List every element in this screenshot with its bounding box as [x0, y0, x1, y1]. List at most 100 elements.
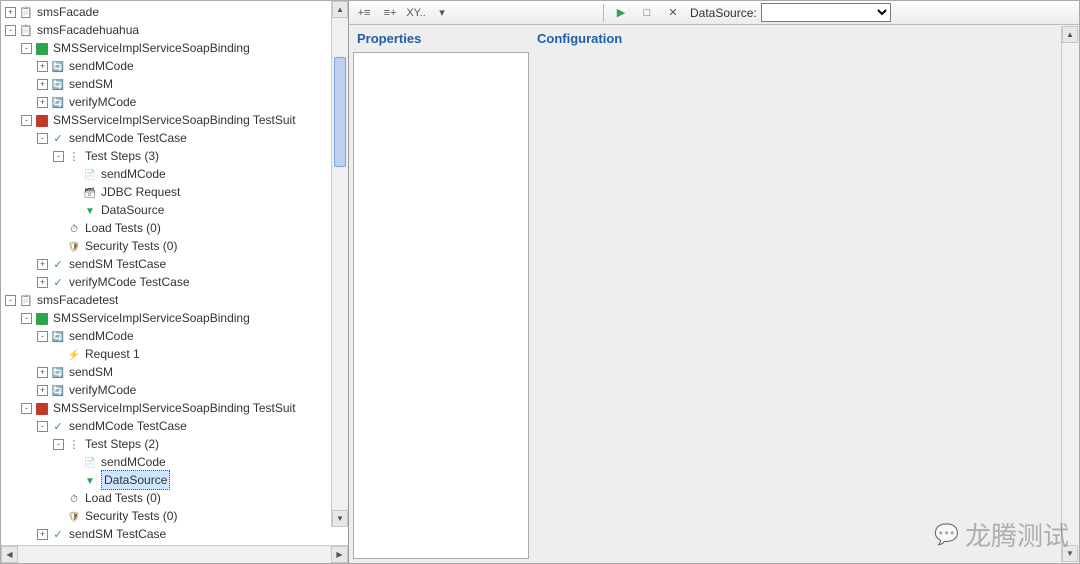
collapse-icon[interactable]: - — [37, 421, 48, 432]
tree-hscroll[interactable]: ◀ ▶ — [1, 545, 348, 563]
tree-item-label[interactable]: sendSM — [69, 363, 113, 381]
tree-row[interactable]: + sendSM — [3, 363, 348, 381]
tree-item-label[interactable]: smsFacadetest — [37, 291, 118, 309]
tree-item-label[interactable]: sendSM — [69, 75, 113, 93]
collapse-icon[interactable]: - — [37, 133, 48, 144]
tree-vscroll[interactable]: ▲ ▼ — [331, 1, 348, 527]
tree-row[interactable]: -SMSServiceImplServiceSoapBinding — [3, 39, 348, 57]
tree-row[interactable]: - SMSServiceImplServiceSoapBinding TestSu… — [3, 111, 348, 129]
tree-item-label[interactable]: DataSource — [101, 201, 164, 219]
expand-icon[interactable]: + — [37, 97, 48, 108]
tree-row[interactable]: + sendMCode — [3, 57, 348, 75]
tree-item-label[interactable]: sendMCode — [69, 57, 134, 75]
configuration-box[interactable] — [533, 52, 1075, 559]
tree-item-label[interactable]: Test Steps (2) — [85, 435, 159, 453]
tree-item-label[interactable]: sendSM TestCase — [69, 525, 166, 543]
tree-item-label[interactable]: Security Tests (0) — [85, 507, 177, 525]
insert-row-button[interactable]: ≡+ — [379, 3, 401, 23]
tree-row[interactable]: + verifyMCode TestCase — [3, 273, 348, 291]
tree-item-label[interactable]: sendMCode — [69, 327, 134, 345]
tree-row[interactable]: +JDBC Request — [3, 183, 348, 201]
collapse-icon[interactable]: - — [21, 403, 32, 414]
tree-item-label[interactable]: smsFacade — [37, 3, 99, 21]
tree-item-label[interactable]: Test Steps (3) — [85, 147, 159, 165]
properties-box[interactable] — [353, 52, 529, 559]
tree-row[interactable]: +Security Tests (0) — [3, 507, 348, 525]
datasource-select[interactable] — [761, 3, 891, 22]
tree-row[interactable]: -SMSServiceImplServiceSoapBinding TestSu… — [3, 399, 348, 417]
tree-row[interactable]: - sendMCode TestCase — [3, 129, 348, 147]
scroll-left-icon[interactable]: ◀ — [1, 546, 18, 563]
editor-vscroll[interactable]: ▲ ▼ — [1061, 26, 1078, 562]
scroll-thumb[interactable] — [334, 57, 346, 167]
collapse-icon[interactable]: - — [37, 331, 48, 342]
tree-row[interactable]: - Test Steps (2) — [3, 435, 348, 453]
tree-row[interactable]: +sendMCode — [3, 453, 348, 471]
project-tree[interactable]: +smsFacade-smsFacadehuahua-SMSServiceImp… — [1, 1, 348, 545]
scroll-down-icon[interactable]: ▼ — [332, 510, 348, 527]
tree-row[interactable]: +Security Tests (0) — [3, 237, 348, 255]
tree-item-label[interactable]: Load Tests (0) — [85, 219, 161, 237]
tree-item-label[interactable]: SMSServiceImplServiceSoapBinding TestSui… — [53, 111, 296, 129]
expand-icon[interactable]: + — [5, 7, 16, 18]
add-row-button[interactable]: +≡ — [353, 3, 375, 23]
tree-row[interactable]: +DataSource — [3, 201, 348, 219]
tree-item-label[interactable]: sendSM TestCase — [69, 255, 166, 273]
tree-item-label[interactable]: smsFacadehuahua — [37, 21, 139, 39]
tree-row[interactable]: +sendMCode — [3, 165, 348, 183]
collapse-icon[interactable]: - — [53, 439, 64, 450]
tree-row[interactable]: + sendSM TestCase — [3, 255, 348, 273]
tree-item-label[interactable]: sendMCode TestCase — [69, 417, 187, 435]
tree-row[interactable]: +DataSource — [3, 471, 348, 489]
collapse-icon[interactable]: - — [5, 295, 16, 306]
scroll-right-icon[interactable]: ▶ — [331, 546, 348, 563]
tree-item-label[interactable]: DataSource — [101, 470, 170, 490]
tree-row[interactable]: - smsFacadetest — [3, 291, 348, 309]
tree-item-label[interactable]: Security Tests (0) — [85, 237, 177, 255]
collapse-icon[interactable]: - — [21, 313, 32, 324]
tree-row[interactable]: - sendMCode — [3, 327, 348, 345]
tree-item-label[interactable]: sendMCode TestCase — [69, 129, 187, 147]
expand-icon[interactable]: + — [37, 79, 48, 90]
tree-item-label[interactable]: SMSServiceImplServiceSoapBinding — [53, 39, 250, 57]
tree-item-label[interactable]: verifyMCode — [69, 381, 136, 399]
toolbar-dropdown-icon[interactable]: ▾ — [431, 3, 453, 23]
tree-item-label[interactable]: verifyMCode TestCase — [69, 273, 190, 291]
expand-icon[interactable]: + — [37, 61, 48, 72]
tree-row[interactable]: +Load Tests (0) — [3, 219, 348, 237]
stop-button[interactable]: □ — [636, 3, 658, 23]
expand-icon[interactable]: + — [37, 259, 48, 270]
tree-item-label[interactable]: JDBC Request — [101, 183, 180, 201]
scroll-up-icon[interactable]: ▲ — [332, 1, 348, 18]
tree-item-label[interactable]: sendMCode — [101, 165, 166, 183]
tree-row[interactable]: +verifyMCode — [3, 93, 348, 111]
tree-row[interactable]: - smsFacadehuahua — [3, 21, 348, 39]
tree-row[interactable]: - sendMCode TestCase — [3, 417, 348, 435]
collapse-icon[interactable]: - — [21, 115, 32, 126]
collapse-icon[interactable]: - — [53, 151, 64, 162]
xy-button[interactable]: XY.. — [405, 3, 427, 23]
collapse-icon[interactable]: - — [5, 25, 16, 36]
tree-row[interactable]: +verifyMCode TestCase — [3, 543, 348, 545]
hscroll-track[interactable] — [18, 546, 331, 563]
tree-row[interactable]: +Load Tests (0) — [3, 489, 348, 507]
tree-row[interactable]: +Request 1 — [3, 345, 348, 363]
tree-row[interactable]: - Test Steps (3) — [3, 147, 348, 165]
run-button[interactable]: ▶ — [610, 3, 632, 23]
tree-item-label[interactable]: verifyMCode TestCase — [69, 543, 190, 545]
tree-row[interactable]: + sendSM TestCase — [3, 525, 348, 543]
tree-item-label[interactable]: Load Tests (0) — [85, 489, 161, 507]
tree-row[interactable]: + smsFacade — [3, 3, 348, 21]
tree-row[interactable]: + verifyMCode — [3, 381, 348, 399]
scroll-down-icon[interactable]: ▼ — [1062, 545, 1078, 562]
expand-icon[interactable]: + — [37, 277, 48, 288]
expand-icon[interactable]: + — [37, 529, 48, 540]
scroll-up-icon[interactable]: ▲ — [1062, 26, 1078, 43]
tree-row[interactable]: + sendSM — [3, 75, 348, 93]
tree-row[interactable]: - SMSServiceImplServiceSoapBinding — [3, 309, 348, 327]
tree-item-label[interactable]: SMSServiceImplServiceSoapBinding — [53, 309, 250, 327]
tools-button[interactable]: ✕ — [662, 3, 684, 23]
tree-item-label[interactable]: Request 1 — [85, 345, 140, 363]
expand-icon[interactable]: + — [37, 385, 48, 396]
expand-icon[interactable]: + — [37, 367, 48, 378]
